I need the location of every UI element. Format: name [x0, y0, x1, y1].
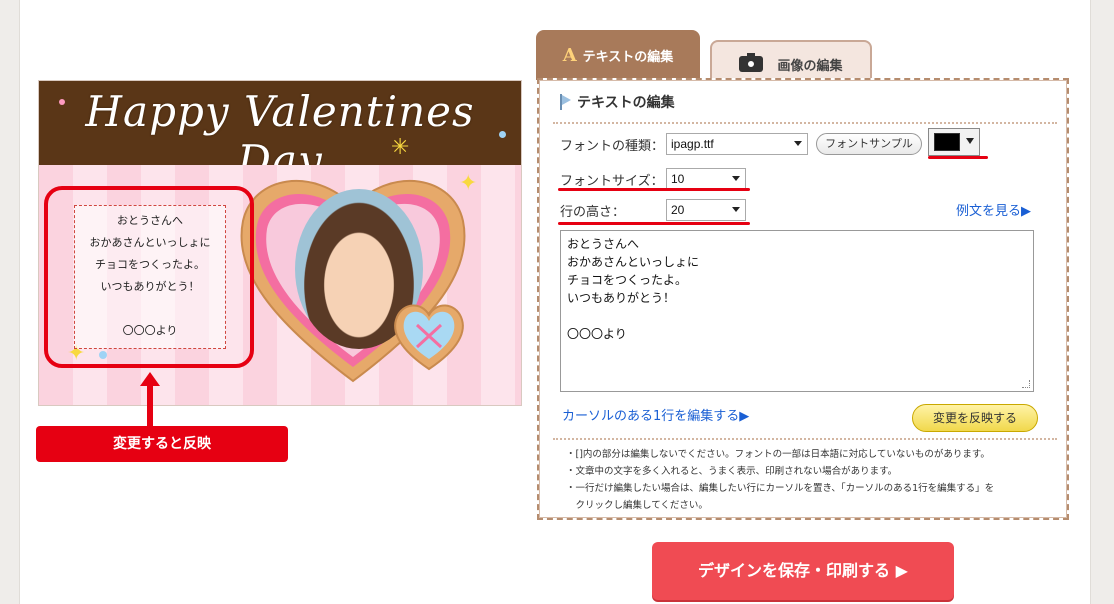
textarea-line: チョコをつくったよ。 [567, 273, 688, 287]
arrow-shaft [147, 384, 153, 428]
font-type-value: ipagp.ttf [671, 137, 714, 151]
edit-line-link[interactable]: カーソルのある1行を編集する▶ [562, 405, 749, 424]
line-height-value: 20 [671, 203, 685, 217]
save-print-button[interactable]: デザインを保存・印刷する ▶ [652, 542, 954, 600]
sparkle-icon: ✳ [391, 135, 410, 160]
note-line: ・一行だけ編集したい場合は、編集したい行にカーソルを置き、「カーソルのある1行を… [566, 483, 995, 494]
resize-grip-icon[interactable] [1022, 380, 1030, 388]
chevron-down-icon [732, 176, 740, 181]
divider [553, 438, 1057, 440]
font-size-label: フォントサイズ： [560, 174, 664, 189]
page-frame-right [1090, 0, 1114, 604]
font-size-select[interactable]: 10 [666, 168, 746, 190]
heart-photo-frame [233, 161, 473, 391]
font-sample-button[interactable]: フォントサンプル [816, 133, 922, 155]
tab-image-edit-label: 画像の編集 [777, 58, 843, 74]
flag-icon [559, 94, 571, 110]
heart-cookie-graphic [394, 304, 464, 371]
usage-notes: ・[]内の部分は編集しないでください。フォントの一部は日本語に対応していないもの… [566, 446, 1046, 514]
font-type-select[interactable]: ipagp.ttf [666, 133, 808, 155]
font-size-value: 10 [671, 172, 685, 186]
textarea-line: おとうさんへ [567, 237, 640, 251]
highlight-frame [44, 186, 254, 368]
apply-changes-button[interactable]: 変更を反映する [912, 404, 1038, 432]
font-color-picker[interactable] [928, 128, 980, 156]
decor-dot [499, 131, 506, 138]
decor-dot [59, 99, 65, 105]
red-underline [928, 156, 988, 159]
camera-icon [739, 53, 764, 72]
textarea-line: 〇〇〇より [567, 327, 627, 341]
panel-title-text: テキストの編集 [577, 95, 675, 111]
chevron-down-icon [732, 207, 740, 212]
text-a-icon: A [562, 44, 577, 66]
tab-text-edit[interactable]: A テキストの編集 [536, 30, 700, 80]
chevron-down-icon [794, 141, 802, 146]
divider [553, 122, 1057, 124]
font-type-label: フォントの種類： [560, 139, 665, 154]
page-frame-left [0, 0, 20, 604]
example-text-link[interactable]: 例文を見る▶ [956, 200, 1031, 219]
chevron-down-icon [966, 138, 974, 144]
reflect-label: 変更すると反映 [36, 426, 288, 462]
red-underline [558, 188, 750, 191]
red-underline [558, 222, 750, 225]
panel-title: テキストの編集 [559, 92, 675, 112]
tab-text-edit-label: テキストの編集 [582, 49, 674, 65]
card-header-banner: Happy Valentines Day [39, 81, 521, 185]
textarea-line [567, 307, 1027, 325]
note-line: ・[]内の部分は編集しないでください。フォントの一部は日本語に対応していないもの… [566, 449, 990, 460]
line-height-select[interactable]: 20 [666, 199, 746, 221]
note-line: クリックし編集してください。 [566, 500, 708, 511]
textarea-line: いつもありがとう！ [567, 291, 676, 305]
message-textarea[interactable]: おとうさんへ おかあさんといっしょに チョコをつくったよ。 いつもありがとう！ … [560, 230, 1034, 392]
note-line: ・文章中の文字を多く入れると、うまく表示、印刷されない場合があります。 [566, 466, 898, 477]
line-height-label: 行の高さ： [560, 205, 626, 220]
textarea-line: おかあさんといっしょに [567, 255, 700, 269]
color-swatch [934, 133, 960, 151]
